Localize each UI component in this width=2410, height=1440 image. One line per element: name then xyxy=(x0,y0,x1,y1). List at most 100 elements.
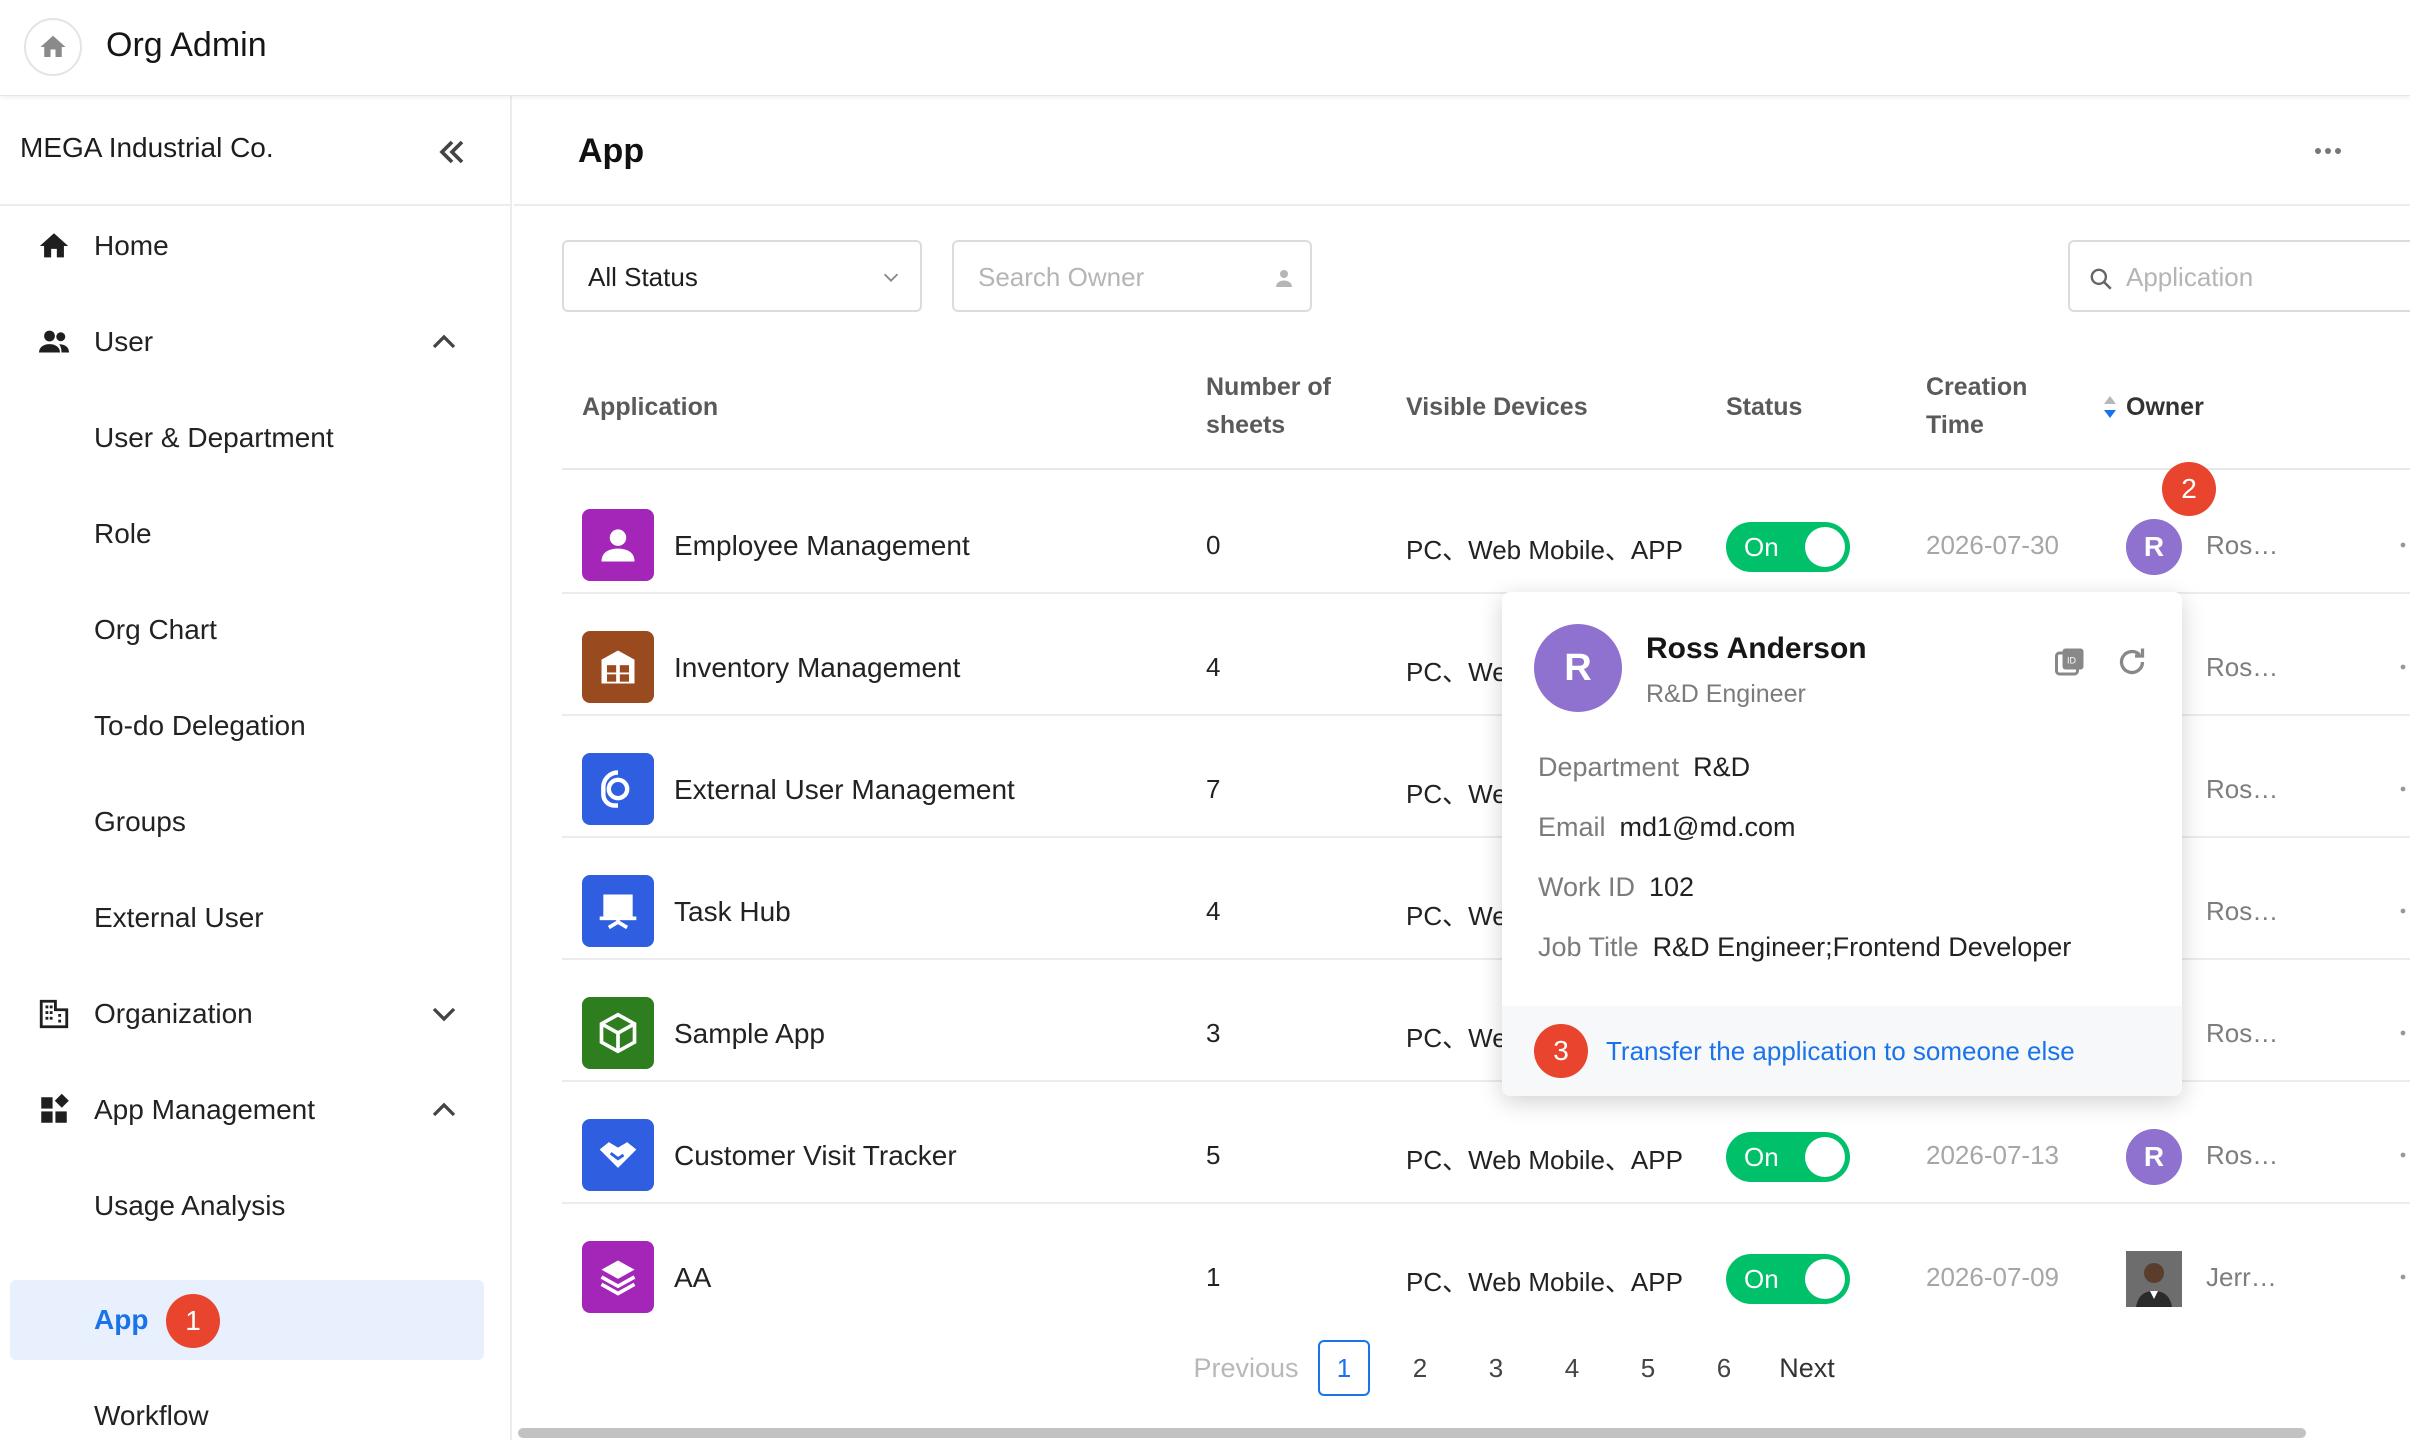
col-application[interactable]: Application xyxy=(582,388,718,426)
row-more-icon[interactable] xyxy=(2400,1262,2406,1292)
card-field-value: R&D xyxy=(1693,752,1751,782)
page-1[interactable]: 1 xyxy=(1318,1340,1370,1396)
sheet-count: 4 xyxy=(1206,652,1221,682)
svg-text:ID: ID xyxy=(2067,656,2077,666)
app-name[interactable]: External User Management xyxy=(674,774,1015,806)
owner-name[interactable]: Ros… xyxy=(2206,530,2278,561)
refresh-icon[interactable] xyxy=(2114,644,2150,680)
chevron-up-icon[interactable] xyxy=(424,322,464,362)
more-options-icon[interactable] xyxy=(2308,136,2348,166)
application-search-placeholder: Application xyxy=(2126,262,2254,292)
board-app-icon xyxy=(582,875,654,947)
table-row[interactable]: Employee Management 0 PC、Web Mobile、APP … xyxy=(562,472,2410,594)
step-badge-1: 1 xyxy=(166,1294,220,1348)
top-bar: Org Admin xyxy=(0,0,2410,96)
page-4[interactable]: 4 xyxy=(1546,1340,1598,1396)
collapse-sidebar-icon[interactable] xyxy=(432,132,472,172)
row-more-icon[interactable] xyxy=(2400,530,2406,560)
page-2[interactable]: 2 xyxy=(1394,1340,1446,1396)
card-role: R&D Engineer xyxy=(1646,680,1806,708)
row-more-icon[interactable] xyxy=(2400,896,2406,926)
pagination-previous[interactable]: Previous xyxy=(1188,1340,1304,1396)
page-6[interactable]: 6 xyxy=(1698,1340,1750,1396)
table-row[interactable]: AA 1 PC、Web Mobile、APP On 2026-07-09 Jer… xyxy=(562,1204,2410,1326)
horizontal-scrollbar[interactable] xyxy=(518,1428,2306,1438)
page-3[interactable]: 3 xyxy=(1470,1340,1522,1396)
sidebar-item-user-department[interactable]: User & Department xyxy=(0,398,510,478)
sidebar-item-role[interactable]: Role xyxy=(0,494,510,574)
owner-name[interactable]: Ros… xyxy=(2206,896,2278,927)
main-header: App xyxy=(514,96,2410,206)
sidebar-item-external-user[interactable]: External User xyxy=(0,878,510,958)
owner-name[interactable]: Ros… xyxy=(2206,774,2278,805)
card-field-value: 102 xyxy=(1649,872,1695,902)
toggle-knob xyxy=(1805,1137,1845,1177)
sidebar-item-usage-analysis[interactable]: Usage Analysis xyxy=(0,1166,510,1246)
headset-app-icon xyxy=(582,753,654,825)
sidebar-item-workflow[interactable]: Workflow xyxy=(0,1376,510,1440)
card-field-value[interactable]: md1@md.com xyxy=(1620,812,1796,842)
status-toggle-label: On xyxy=(1744,1142,1779,1172)
sidebar-item-label: Groups xyxy=(94,806,186,837)
owner-avatar[interactable]: R xyxy=(2126,519,2182,575)
app-name[interactable]: Inventory Management xyxy=(674,652,960,684)
visible-devices: PC、We xyxy=(1406,779,1507,809)
app-name[interactable]: Employee Management xyxy=(674,530,970,562)
row-more-icon[interactable] xyxy=(2400,652,2406,682)
sheet-count: 3 xyxy=(1206,1018,1221,1048)
owner-name[interactable]: Ros… xyxy=(2206,1018,2278,1049)
sidebar-item-label: Org Chart xyxy=(94,614,217,645)
sidebar-item-app[interactable]: App xyxy=(10,1280,484,1360)
app-name[interactable]: Customer Visit Tracker xyxy=(674,1140,957,1172)
owner-search-input[interactable]: Search Owner xyxy=(952,240,1312,312)
owner-name[interactable]: Ros… xyxy=(2206,1140,2278,1171)
chevron-up-icon[interactable] xyxy=(424,1090,464,1130)
app-name[interactable]: AA xyxy=(674,1262,711,1294)
status-select[interactable]: All Status xyxy=(562,240,922,312)
status-toggle[interactable]: On xyxy=(1726,522,1850,572)
step-badge-2: 2 xyxy=(2162,462,2216,516)
creation-time: 2026-07-13 xyxy=(1926,1140,2059,1170)
visible-devices: PC、Web Mobile、APP xyxy=(1406,1145,1683,1175)
chevron-down-icon[interactable] xyxy=(424,994,464,1034)
warehouse-app-icon xyxy=(582,631,654,703)
sidebar-item-user[interactable]: User xyxy=(0,302,510,382)
step-badge-3: 3 xyxy=(1534,1024,1588,1078)
org-name[interactable]: MEGA Industrial Co. xyxy=(20,132,274,164)
sidebar-item-org-chart[interactable]: Org Chart xyxy=(0,590,510,670)
application-search-input[interactable]: Application xyxy=(2068,240,2410,312)
visible-devices: PC、We xyxy=(1406,657,1507,687)
owner-search-placeholder: Search Owner xyxy=(978,262,1145,292)
home-button[interactable] xyxy=(24,18,82,76)
sheet-count: 7 xyxy=(1206,774,1221,804)
id-card-icon[interactable]: ID xyxy=(2052,644,2088,680)
page-5[interactable]: 5 xyxy=(1622,1340,1674,1396)
person-icon xyxy=(1276,270,1292,287)
row-more-icon[interactable] xyxy=(2400,1140,2406,1170)
sidebar-item-todo-delegation[interactable]: To-do Delegation xyxy=(0,686,510,766)
pagination-next[interactable]: Next xyxy=(1772,1340,1842,1396)
sidebar-item-label: App xyxy=(94,1304,149,1335)
app-name[interactable]: Task Hub xyxy=(674,896,791,928)
transfer-application-link[interactable]: Transfer the application to someone else xyxy=(1606,1036,2075,1067)
card-footer: Transfer the application to someone else xyxy=(1502,1006,2182,1096)
col-sheets-line1: Number of xyxy=(1206,373,1331,401)
row-more-icon[interactable] xyxy=(2400,1018,2406,1048)
creation-time: 2026-07-09 xyxy=(1926,1262,2059,1292)
row-more-icon[interactable] xyxy=(2400,774,2406,804)
owner-photo-avatar[interactable] xyxy=(2126,1251,2182,1307)
owner-name[interactable]: Ros… xyxy=(2206,652,2278,683)
app-name[interactable]: Sample App xyxy=(674,1018,825,1050)
sidebar-item-home[interactable]: Home xyxy=(0,206,510,286)
sort-icon[interactable] xyxy=(2102,394,2118,420)
col-owner[interactable]: Owner xyxy=(2126,388,2204,426)
status-toggle[interactable]: On xyxy=(1726,1254,1850,1304)
sidebar-item-app-management[interactable]: App Management xyxy=(0,1070,510,1150)
sidebar-item-organization[interactable]: Organization xyxy=(0,974,510,1054)
owner-avatar[interactable]: R xyxy=(2126,1129,2182,1185)
search-icon xyxy=(2090,268,2112,290)
sidebar-item-groups[interactable]: Groups xyxy=(0,782,510,862)
owner-name[interactable]: Jerr… xyxy=(2206,1262,2277,1293)
status-toggle[interactable]: On xyxy=(1726,1132,1850,1182)
table-row[interactable]: Customer Visit Tracker 5 PC、Web Mobile、A… xyxy=(562,1082,2410,1204)
